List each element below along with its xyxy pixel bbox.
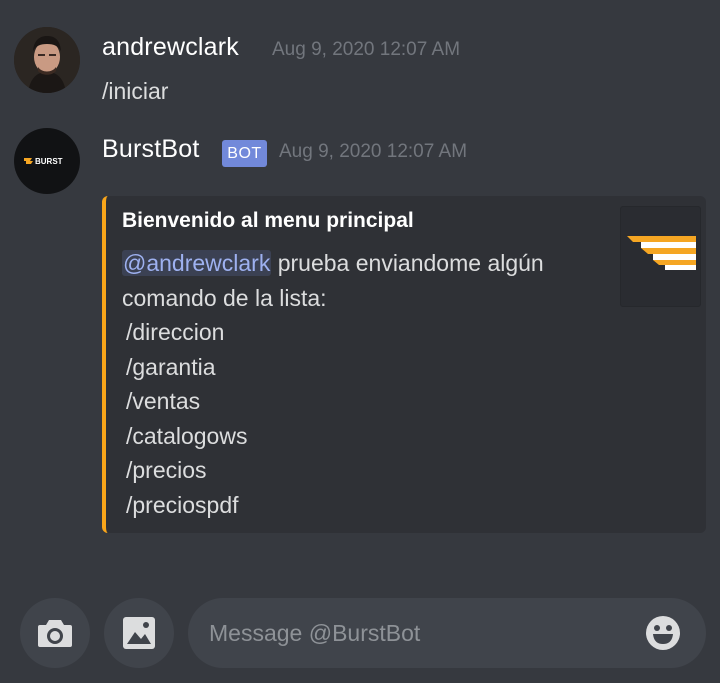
bot-avatar[interactable]: BURST <box>14 128 80 194</box>
message-username[interactable]: andrewclark <box>102 33 239 62</box>
svg-text:BURST: BURST <box>35 157 63 166</box>
bot-tag: BOT <box>222 140 267 167</box>
command-item: /catalogows <box>126 422 248 449</box>
message-username[interactable]: BurstBot <box>102 135 199 164</box>
emoji-icon <box>646 616 680 650</box>
embed-description: @andrewclark prueba enviandome algún com… <box>122 246 612 522</box>
image-button[interactable] <box>104 598 174 668</box>
emoji-button[interactable] <box>645 615 681 651</box>
command-item: /preciospdf <box>126 491 239 518</box>
command-item: /direccion <box>126 319 225 345</box>
embed-title: Bienvenido al menu principal <box>122 209 414 232</box>
chat-window: andrewclark Aug 9, 2020 12:07 AM /inicia… <box>0 0 720 683</box>
user-avatar[interactable] <box>14 27 80 93</box>
embed-thumbnail[interactable] <box>620 206 701 307</box>
user-mention[interactable]: @andrewclark <box>122 250 272 276</box>
message-timestamp: Aug 9, 2020 12:07 AM <box>279 141 468 162</box>
message-input[interactable]: Message @BurstBot <box>188 598 706 668</box>
command-item: /ventas <box>126 388 201 414</box>
command-item: /garantia <box>126 353 216 380</box>
burst-logo: BURST <box>24 157 63 166</box>
message-input-placeholder: Message @BurstBot <box>209 620 421 646</box>
camera-button[interactable] <box>20 598 90 668</box>
command-item: /precios <box>126 457 207 483</box>
bot-embed: Bienvenido al menu principal @andrewclar… <box>102 196 706 533</box>
image-icon <box>123 617 155 649</box>
burst-logo-icon <box>627 236 696 270</box>
camera-icon <box>38 620 72 647</box>
message-text: /iniciar <box>102 78 169 104</box>
message-timestamp: Aug 9, 2020 12:07 AM <box>272 39 461 60</box>
